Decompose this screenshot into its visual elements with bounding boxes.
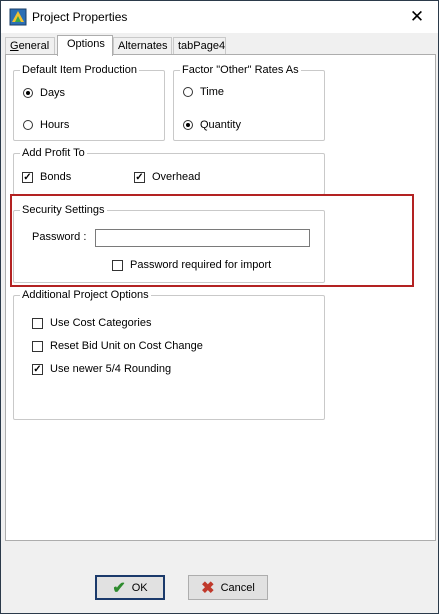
- radio-days[interactable]: Days: [23, 87, 65, 99]
- checkbox-bonds-indicator: ✓: [22, 171, 33, 183]
- checkbox-reset-bid-unit-label: Reset Bid Unit on Cost Change: [50, 340, 203, 352]
- factor-other-rates-group: Factor "Other" Rates As Time Quantity: [173, 63, 325, 141]
- radio-days-indicator: [23, 88, 33, 98]
- checkbox-reset-bid-unit-indicator: [32, 340, 43, 352]
- app-icon: [9, 8, 27, 26]
- add-profit-to-title: Add Profit To: [20, 146, 87, 160]
- checkbox-use-cost-categories-indicator: [32, 317, 43, 329]
- radio-time-label: Time: [200, 86, 225, 98]
- cross-icon: ✖: [201, 579, 215, 597]
- tab-options-label: Options: [67, 38, 105, 50]
- tab-options[interactable]: Options: [57, 35, 113, 56]
- add-profit-to-group: Add Profit To ✓ Bonds ✓ Overhead: [13, 146, 325, 195]
- radio-hours-indicator: [23, 120, 33, 130]
- password-input[interactable]: [95, 229, 310, 247]
- tab-tabpage4[interactable]: tabPage4: [173, 37, 226, 55]
- security-settings-group: Security Settings Password : Password re…: [13, 203, 325, 283]
- radio-days-label: Days: [40, 87, 66, 99]
- radio-hours-label: Hours: [40, 119, 70, 131]
- radio-hours[interactable]: Hours: [23, 119, 69, 131]
- checkbox-bonds-label: Bonds: [40, 171, 72, 183]
- cancel-button[interactable]: ✖ Cancel: [188, 575, 268, 600]
- checkbox-overhead[interactable]: ✓ Overhead: [134, 171, 200, 183]
- additional-options-title: Additional Project Options: [20, 288, 151, 302]
- checkbox-use-cost-categories[interactable]: Use Cost Categories: [32, 317, 152, 329]
- radio-time[interactable]: Time: [183, 86, 224, 98]
- ok-button[interactable]: ✔ OK: [95, 575, 165, 600]
- default-item-production-group: Default Item Production Days Hours: [13, 63, 165, 141]
- checkmark-icon: ✔: [112, 579, 126, 597]
- checkbox-bonds[interactable]: ✓ Bonds: [22, 171, 71, 183]
- password-label: Password :: [32, 231, 87, 243]
- tab-tabpage4-label: tabPage4: [178, 40, 226, 52]
- options-tab-page: Default Item Production Days Hours Facto…: [5, 54, 436, 541]
- tab-alternates[interactable]: Alternates: [113, 37, 172, 55]
- title-bar: Project Properties ✕: [1, 1, 438, 33]
- security-settings-title: Security Settings: [20, 203, 107, 217]
- window-title: Project Properties: [32, 10, 128, 24]
- radio-time-indicator: [183, 87, 193, 97]
- project-properties-window: Project Properties ✕ General Options Alt…: [0, 0, 439, 614]
- factor-other-rates-title: Factor "Other" Rates As: [180, 63, 301, 77]
- checkbox-overhead-label: Overhead: [152, 171, 201, 183]
- checkbox-overhead-indicator: ✓: [134, 171, 145, 183]
- close-icon[interactable]: ✕: [396, 1, 438, 33]
- checkbox-use-newer-rounding-label: Use newer 5/4 Rounding: [50, 363, 172, 375]
- radio-quantity-label: Quantity: [200, 119, 241, 131]
- checkbox-password-required[interactable]: Password required for import: [112, 259, 271, 271]
- cancel-button-label: Cancel: [220, 581, 255, 594]
- checkbox-password-required-label: Password required for import: [130, 259, 272, 271]
- tab-alternates-label: Alternates: [118, 40, 168, 52]
- ok-button-label: OK: [131, 581, 148, 594]
- checkbox-password-required-indicator: [112, 259, 123, 271]
- tab-general[interactable]: General: [5, 37, 55, 55]
- additional-options-group: Additional Project Options Use Cost Cate…: [13, 288, 325, 420]
- checkbox-use-newer-rounding[interactable]: ✓ Use newer 5/4 Rounding: [32, 363, 171, 375]
- default-item-production-title: Default Item Production: [20, 63, 139, 77]
- radio-quantity-indicator: [183, 120, 193, 130]
- tab-general-label: eneral: [18, 40, 50, 52]
- checkbox-use-newer-rounding-indicator: ✓: [32, 363, 43, 375]
- checkbox-use-cost-categories-label: Use Cost Categories: [50, 317, 152, 329]
- radio-quantity[interactable]: Quantity: [183, 119, 241, 131]
- checkbox-reset-bid-unit[interactable]: Reset Bid Unit on Cost Change: [32, 340, 203, 352]
- tab-general-accel: G: [10, 40, 19, 52]
